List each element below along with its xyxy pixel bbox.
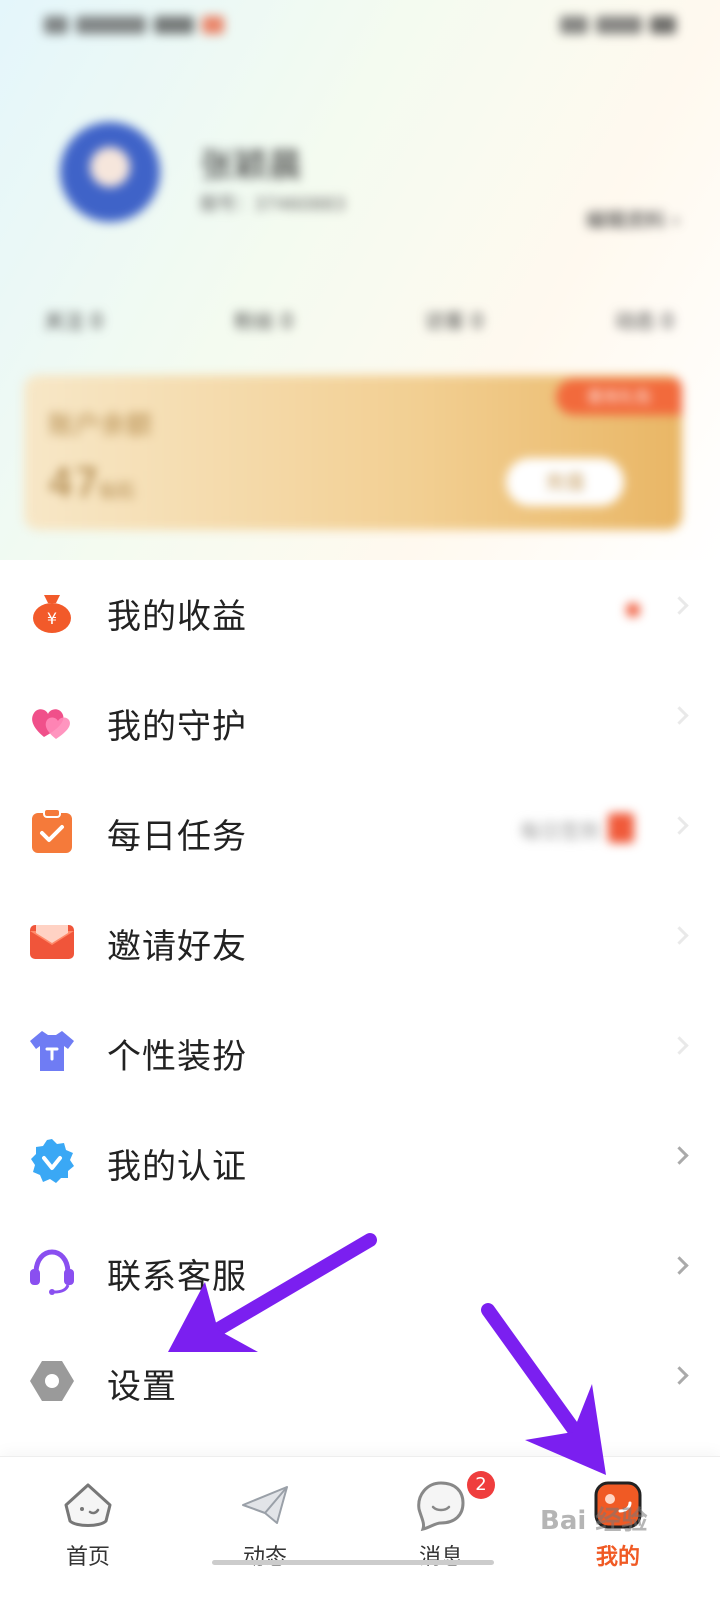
- chevron-right-icon: [670, 1256, 689, 1275]
- edit-profile-link[interactable]: 编辑资料 ›: [586, 204, 680, 233]
- nav-messages[interactable]: 2 消息: [381, 1457, 501, 1600]
- chevron-right-icon: [670, 1366, 689, 1385]
- hearts-icon: [32, 709, 70, 739]
- menu-item-label: 每日任务: [107, 817, 247, 857]
- home-face-icon: [64, 1483, 112, 1527]
- verified-badge-icon: [31, 1139, 74, 1183]
- stat-followers[interactable]: 粉丝 0: [234, 305, 293, 345]
- menu-item-customer-service[interactable]: 联系客服: [0, 1215, 720, 1325]
- profile-id: 靓号：37460883: [200, 194, 346, 215]
- menu-item-label: 我的守护: [107, 707, 247, 747]
- menu-item-daily-tasks[interactable]: 每日任务 每日签到: [0, 775, 720, 885]
- watermark: Bai 经验: [540, 1506, 648, 1536]
- paper-plane-icon: [242, 1486, 288, 1524]
- home-indicator[interactable]: [212, 1560, 494, 1565]
- unread-badge: 2: [467, 1471, 495, 1499]
- menu-item-label: 联系客服: [107, 1257, 247, 1297]
- menu-item-label: 我的认证: [107, 1147, 247, 1187]
- stat-following[interactable]: 关注 0: [44, 305, 103, 345]
- wallet-title: 账户余额: [48, 411, 153, 441]
- profile-header[interactable]: 张颖晨 靓号：37460883 编辑资料 ›: [60, 122, 680, 242]
- nav-label: 我的: [595, 1545, 640, 1570]
- menu-item-invite-friends[interactable]: 邀请好友: [0, 885, 720, 995]
- menu-item-verification[interactable]: 我的认证: [0, 1105, 720, 1215]
- tshirt-icon: [30, 1031, 74, 1071]
- chevron-right-icon: [670, 1036, 689, 1055]
- menu-item-label: 设置: [107, 1367, 177, 1407]
- nav-home[interactable]: 首页: [28, 1457, 148, 1600]
- menu-item-dress-up[interactable]: 个性装扮: [0, 995, 720, 1105]
- nav-label: 动态: [242, 1545, 287, 1570]
- recharge-button[interactable]: 充值: [506, 458, 624, 506]
- stat-visitors[interactable]: 访客 0: [425, 305, 484, 345]
- headset-icon: [30, 1249, 74, 1295]
- menu-list: ¥ 我的收益 我的守护 每日任务 每日签到 邀请好友 个性装扮 我的认证 联系客…: [0, 555, 720, 1435]
- wallet-card[interactable]: 首充礼包 账户余额 47钻石 充值: [24, 375, 682, 530]
- menu-item-settings[interactable]: 设置: [0, 1325, 720, 1435]
- gift-icon: [608, 813, 634, 843]
- chevron-right-icon: [670, 596, 689, 615]
- chevron-right-icon: [670, 816, 689, 835]
- envelope-icon: [30, 925, 74, 959]
- menu-item-guardian[interactable]: 我的守护: [0, 665, 720, 775]
- red-dot: [626, 603, 640, 617]
- wallet-amount: 47钻石: [48, 461, 135, 507]
- chat-bubble-icon: [417, 1481, 465, 1532]
- nav-label: 首页: [65, 1545, 110, 1570]
- menu-item-label: 个性装扮: [107, 1037, 247, 1077]
- money-bag-icon: ¥: [33, 595, 71, 633]
- avatar[interactable]: [60, 122, 160, 222]
- status-bar: [0, 0, 720, 56]
- nav-label: 消息: [418, 1545, 463, 1570]
- chevron-right-icon: [670, 1146, 689, 1165]
- promo-badge[interactable]: 首充礼包: [556, 379, 682, 415]
- chevron-right-icon: [670, 706, 689, 725]
- daily-checkin-text: 每日签到: [520, 819, 600, 843]
- menu-item-earnings[interactable]: ¥ 我的收益: [0, 555, 720, 665]
- stat-posts[interactable]: 动态 0: [615, 305, 674, 345]
- gear-hexagon-icon: [30, 1361, 74, 1401]
- profile-name: 张颖晨: [200, 146, 302, 186]
- chevron-right-icon: [670, 926, 689, 945]
- svg-text:¥: ¥: [47, 609, 57, 628]
- stats-row: 关注 0 粉丝 0 访客 0 动态 0: [44, 305, 674, 345]
- menu-item-label: 我的收益: [107, 597, 247, 637]
- nav-moments[interactable]: 动态: [205, 1457, 325, 1600]
- clipboard-check-icon: [32, 808, 72, 853]
- menu-item-label: 邀请好友: [107, 927, 247, 967]
